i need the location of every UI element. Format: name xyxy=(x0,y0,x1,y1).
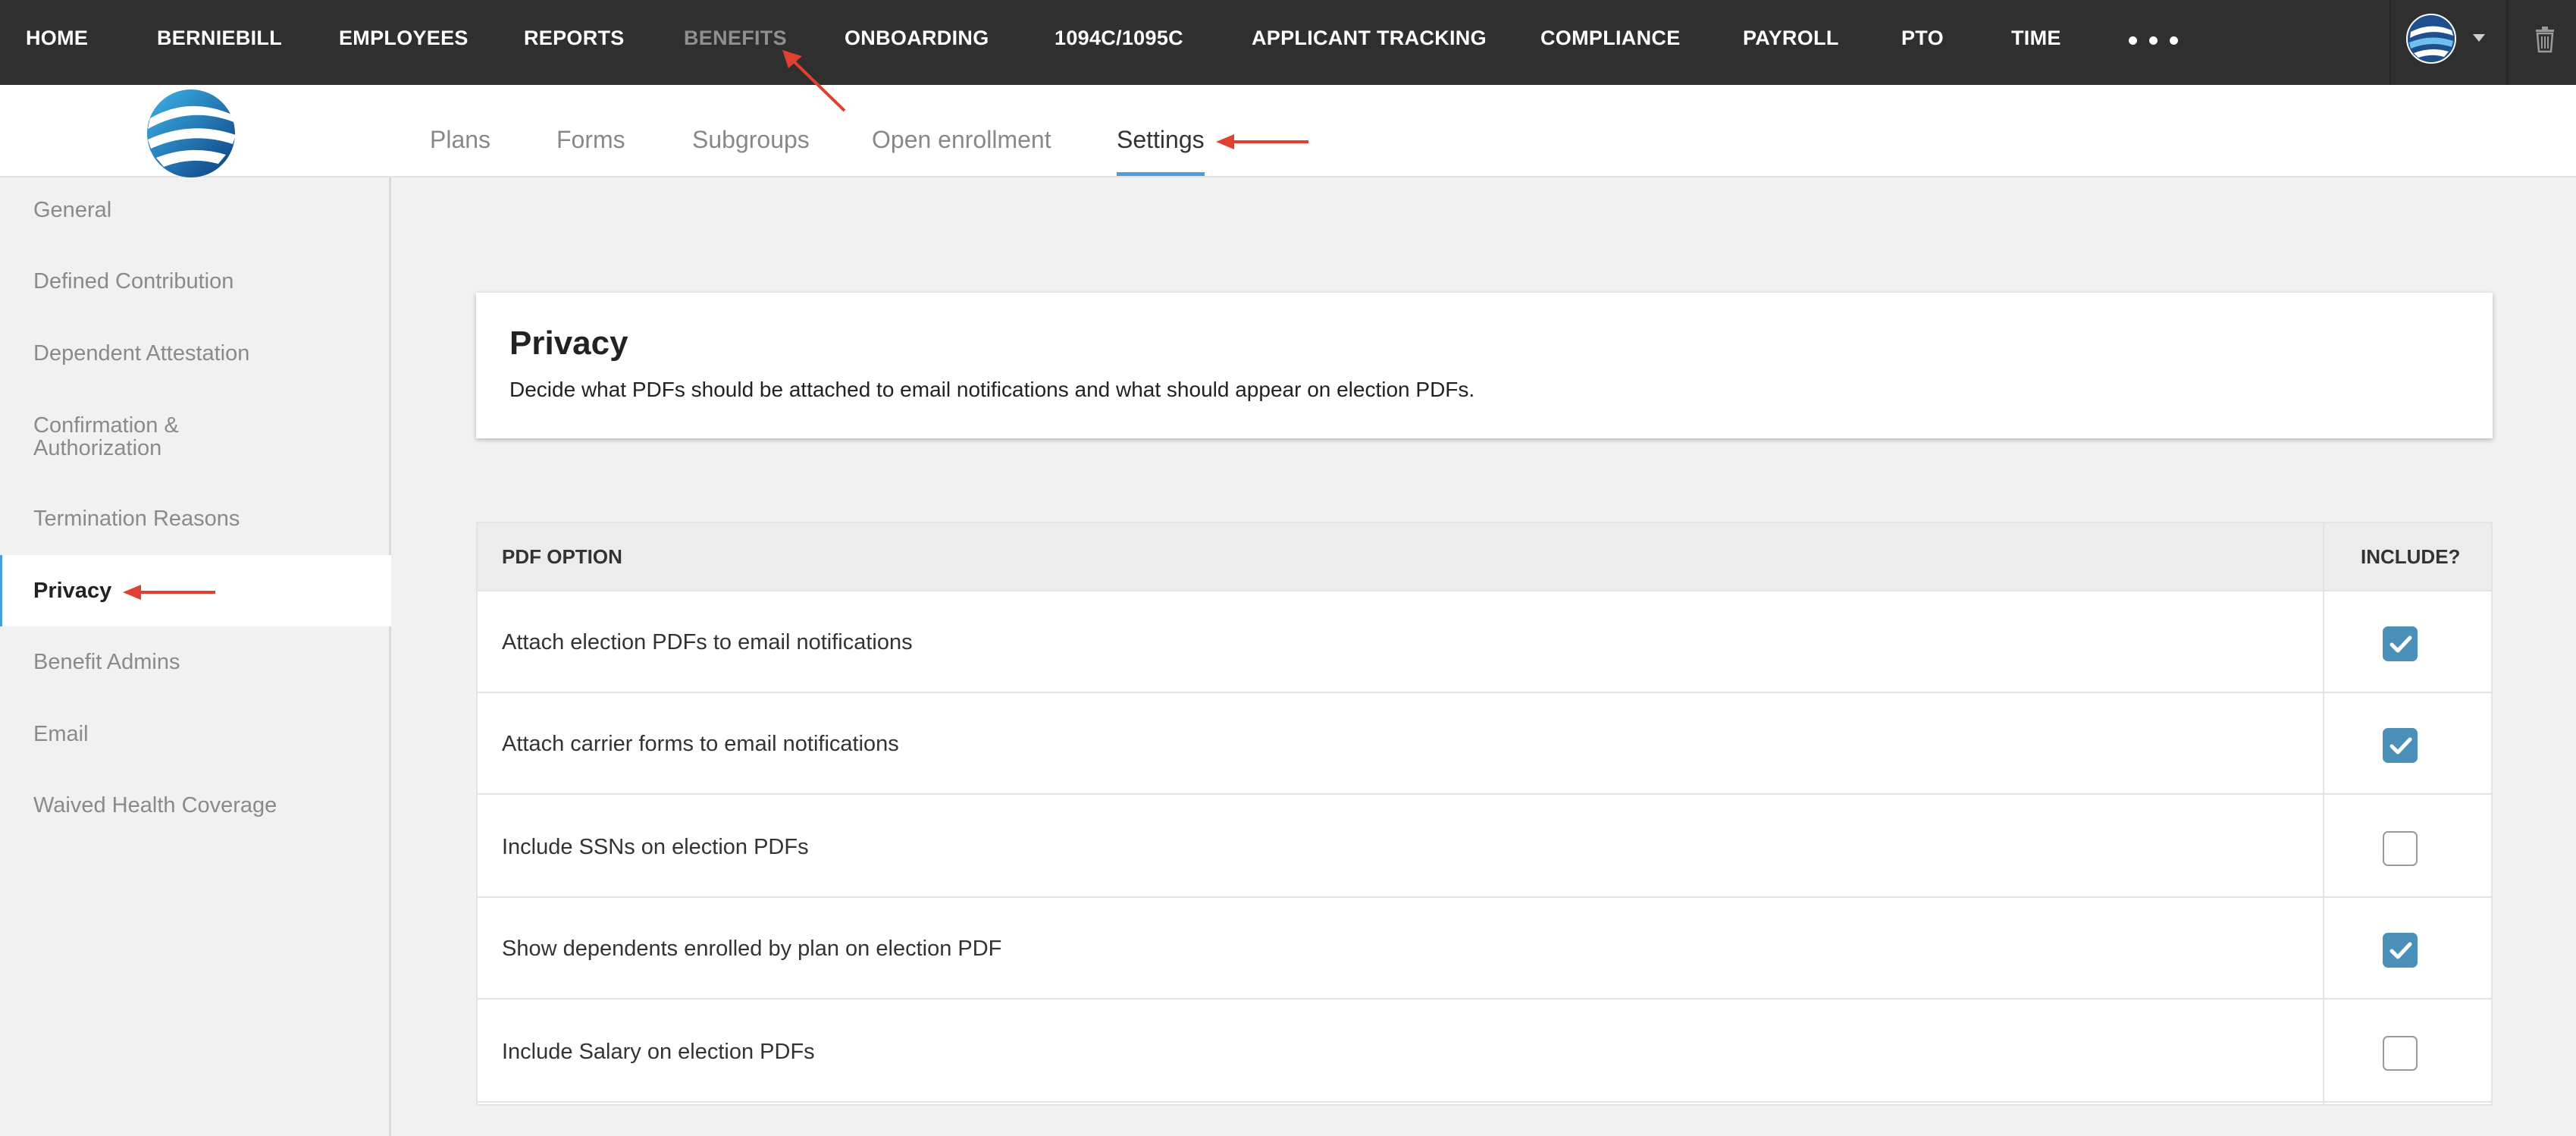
page-title: Privacy xyxy=(509,325,628,362)
column-divider xyxy=(2323,523,2324,1104)
caret-down-icon[interactable] xyxy=(2473,34,2485,42)
row-label: Attach election PDFs to email notificati… xyxy=(502,630,913,654)
nav-home[interactable]: HOME xyxy=(26,0,88,76)
company-logo[interactable] xyxy=(144,88,243,179)
globe-avatar-icon[interactable] xyxy=(2406,14,2456,64)
sidebar-item-defined-contribution[interactable]: Defined Contribution xyxy=(0,270,391,293)
table-row: Attach election PDFs to email notificati… xyxy=(478,592,2491,693)
include-checkbox-checked[interactable] xyxy=(2383,728,2418,763)
row-label: Show dependents enrolled by plan on elec… xyxy=(502,937,1002,961)
nav-payroll[interactable]: PAYROLL xyxy=(1743,0,1839,76)
page-description: Decide what PDFs should be attached to e… xyxy=(509,378,1475,401)
top-navigation: HOME BERNIEBILL EMPLOYEES REPORTS BENEFI… xyxy=(0,0,2576,85)
nav-employees[interactable]: EMPLOYEES xyxy=(339,0,469,76)
checkmark-icon xyxy=(2390,737,2412,755)
trash-icon[interactable] xyxy=(2534,26,2556,53)
table-row: Show dependents enrolled by plan on elec… xyxy=(478,898,2491,999)
include-checkbox-checked[interactable] xyxy=(2383,626,2418,661)
checkmark-icon xyxy=(2390,635,2412,653)
include-checkbox-checked[interactable] xyxy=(2383,933,2418,968)
sub-header xyxy=(0,85,2576,177)
nav-divider xyxy=(2506,0,2508,85)
sidebar-item-benefit-admins[interactable]: Benefit Admins xyxy=(0,651,391,673)
row-label: Include Salary on election PDFs xyxy=(502,1040,815,1064)
tab-forms[interactable]: Forms xyxy=(556,85,625,176)
annotation-arrow-icon xyxy=(1216,134,1308,149)
annotation-arrow-icon xyxy=(782,50,846,112)
nav-compliance[interactable]: COMPLIANCE xyxy=(1540,0,1681,76)
tab-open-enrollment[interactable]: Open enrollment xyxy=(872,85,1051,176)
column-header-include: INCLUDE? xyxy=(2361,545,2461,568)
include-checkbox[interactable] xyxy=(2383,831,2418,866)
settings-sidebar: General Defined Contribution Dependent A… xyxy=(0,177,391,1136)
nav-berniebill[interactable]: BERNIEBILL xyxy=(157,0,282,76)
tab-plans[interactable]: Plans xyxy=(430,85,490,176)
table-header: PDF OPTION INCLUDE? xyxy=(478,523,2491,592)
pdf-options-table: PDF OPTION INCLUDE? Attach election PDFs… xyxy=(476,522,2493,1106)
checkmark-icon xyxy=(2390,942,2412,959)
privacy-card: Privacy Decide what PDFs should be attac… xyxy=(476,293,2493,438)
include-checkbox[interactable] xyxy=(2383,1036,2418,1071)
nav-pto[interactable]: PTO xyxy=(1901,0,1944,76)
nav-reports[interactable]: REPORTS xyxy=(524,0,625,76)
nav-onboarding[interactable]: ONBOARDING xyxy=(845,0,989,76)
sidebar-item-general[interactable]: General xyxy=(0,199,391,221)
table-row: Include Salary on election PDFs xyxy=(478,1001,2491,1103)
row-label: Attach carrier forms to email notificati… xyxy=(502,732,899,756)
ellipsis-icon[interactable] xyxy=(2129,35,2190,47)
nav-time[interactable]: TIME xyxy=(2011,0,2061,76)
nav-divider xyxy=(2390,0,2391,85)
sidebar-item-termination-reasons[interactable]: Termination Reasons xyxy=(0,507,391,530)
sidebar-item-email[interactable]: Email xyxy=(0,723,391,745)
sidebar-item-dependent-attestation[interactable]: Dependent Attestation xyxy=(0,342,391,365)
sidebar-item-waived-health-coverage[interactable]: Waived Health Coverage xyxy=(0,794,391,817)
table-row: Include SSNs on election PDFs xyxy=(478,796,2491,898)
sidebar-item-confirmation-authorization[interactable]: Confirmation & Authorization xyxy=(0,414,227,460)
nav-applicant-tracking[interactable]: APPLICANT TRACKING xyxy=(1252,0,1487,76)
row-label: Include SSNs on election PDFs xyxy=(502,835,809,859)
tab-settings[interactable]: Settings xyxy=(1117,85,1205,176)
column-header-pdf-option: PDF OPTION xyxy=(502,545,622,568)
nav-1094c-1095c[interactable]: 1094C/1095C xyxy=(1055,0,1183,76)
table-row: Attach carrier forms to email notificati… xyxy=(478,693,2491,795)
annotation-arrow-icon xyxy=(123,585,215,600)
nav-benefits[interactable]: BENEFITS xyxy=(684,0,787,76)
